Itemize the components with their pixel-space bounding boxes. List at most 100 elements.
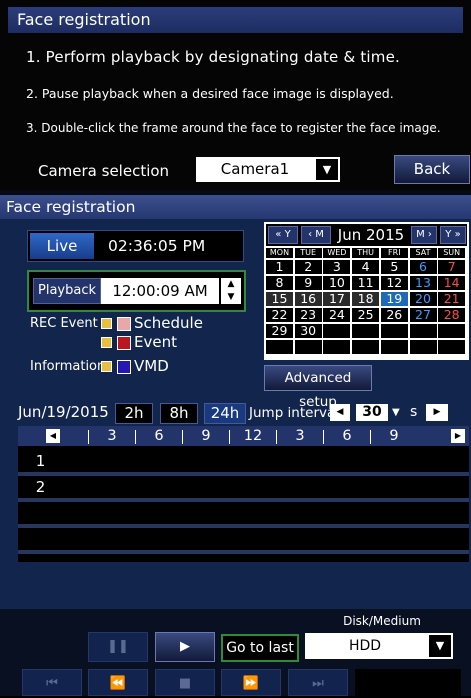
vmd-checkbox[interactable] <box>101 361 112 372</box>
weekday-header: SUN <box>438 248 466 258</box>
calendar-day <box>380 324 408 338</box>
pause-button[interactable]: ❚❚ <box>88 632 148 662</box>
fast-forward-button[interactable]: ⏩ <box>221 669 281 696</box>
instruction-3: 3. Double-click the frame around the fac… <box>26 121 441 135</box>
playback-time-input[interactable]: 12:00:09 AM <box>101 278 219 304</box>
calendar-day[interactable]: 14 <box>438 276 466 290</box>
vmd-swatch <box>117 360 131 374</box>
channel-track[interactable] <box>64 530 469 548</box>
chevron-down-icon[interactable]: ▼ <box>429 635 451 657</box>
channel-row[interactable] <box>18 502 469 524</box>
year-next-button[interactable]: Y » <box>440 226 466 244</box>
top-title: Face registration <box>8 7 463 33</box>
calendar-day[interactable]: 4 <box>352 260 380 274</box>
calendar-day <box>352 324 380 338</box>
live-button[interactable]: Live <box>30 233 94 259</box>
jump-dropdown-icon[interactable]: ▼ <box>392 404 400 421</box>
hour-label: 3 <box>295 428 305 444</box>
calendar-day[interactable]: 20 <box>409 292 437 306</box>
hour-tick <box>182 430 183 444</box>
advanced-setup-button[interactable]: Advanced setup <box>264 365 372 410</box>
calendar-day[interactable]: 7 <box>438 260 466 274</box>
channel-row[interactable]: 1 <box>18 450 469 472</box>
calendar-day[interactable]: 6 <box>409 260 437 274</box>
calendar-day[interactable]: 26 <box>380 308 408 322</box>
hour-tick <box>370 430 371 444</box>
month-next-button[interactable]: M › <box>411 226 437 244</box>
hour-label: 6 <box>154 428 164 444</box>
calendar-day[interactable]: 15 <box>266 292 293 306</box>
go-to-last-button[interactable]: Go to last <box>221 634 299 662</box>
calendar-day[interactable]: 18 <box>352 292 380 306</box>
event-checkbox[interactable] <box>101 337 112 348</box>
calendar-day[interactable]: 5 <box>380 260 408 274</box>
channel-track[interactable] <box>64 504 469 522</box>
range-24h-button[interactable]: 24h <box>204 403 246 424</box>
skip-forward-button[interactable]: ⏭ <box>288 669 348 696</box>
timeline-left-icon[interactable]: ◀ <box>46 429 60 443</box>
spinner-down-icon[interactable]: ▼ <box>221 291 241 304</box>
calendar-day[interactable]: 12 <box>380 276 408 290</box>
jump-interval-value[interactable]: 30 <box>356 404 388 421</box>
calendar-day[interactable]: 23 <box>294 308 322 322</box>
calendar-day[interactable]: 29 <box>266 324 293 338</box>
calendar-day[interactable]: 2 <box>294 260 322 274</box>
calendar-day[interactable]: 9 <box>294 276 322 290</box>
channel-row[interactable]: 2 <box>18 476 469 498</box>
live-time: 02:36:05 PM <box>108 237 206 255</box>
calendar-day[interactable]: 13 <box>409 276 437 290</box>
calendar-day[interactable]: 24 <box>323 308 351 322</box>
schedule-label: Schedule <box>134 314 203 332</box>
hour-tick <box>323 430 324 444</box>
calendar-day[interactable]: 19 <box>380 292 408 306</box>
calendar-day[interactable]: 27 <box>409 308 437 322</box>
calendar-month: Jun 2015 <box>337 226 405 244</box>
calendar-day[interactable]: 30 <box>294 324 322 338</box>
schedule-checkbox[interactable] <box>101 318 112 329</box>
channel-number: 2 <box>35 478 46 496</box>
time-spinner[interactable]: ▲ ▼ <box>221 278 241 304</box>
live-box: Live 02:36:05 PM <box>27 230 244 262</box>
chevron-down-icon[interactable]: ▼ <box>316 159 338 180</box>
stop-button[interactable]: ■ <box>155 669 215 696</box>
calendar-day[interactable]: 10 <box>323 276 351 290</box>
hour-label: 3 <box>107 428 117 444</box>
range-8h-button[interactable]: 8h <box>160 403 198 424</box>
calendar-day[interactable]: 1 <box>266 260 293 274</box>
timeline-right-icon[interactable]: ▶ <box>451 429 465 443</box>
skip-back-button[interactable]: ⏮ <box>22 669 82 696</box>
schedule-swatch <box>117 317 131 331</box>
channel-row[interactable] <box>18 528 469 550</box>
back-button[interactable]: Back <box>394 155 470 184</box>
calendar-day[interactable]: 8 <box>266 276 293 290</box>
channel-number <box>18 528 63 550</box>
calendar-day[interactable]: 17 <box>323 292 351 306</box>
information-label: Information <box>30 359 106 374</box>
calendar-day[interactable]: 21 <box>438 292 466 306</box>
spinner-up-icon[interactable]: ▲ <box>221 278 241 291</box>
calendar-day <box>323 340 351 354</box>
jump-next-icon[interactable]: ▶ <box>426 404 448 421</box>
calendar-day <box>438 324 466 338</box>
event-swatch <box>117 336 131 350</box>
range-2h-button[interactable]: 2h <box>115 403 153 424</box>
weekday-header: FRI <box>380 248 408 258</box>
camera-select[interactable]: Camera1 ▼ <box>196 157 340 182</box>
calendar-day[interactable]: 22 <box>266 308 293 322</box>
calendar-day[interactable]: 28 <box>438 308 466 322</box>
rewind-button[interactable]: ⏪ <box>88 669 148 696</box>
disk-select[interactable]: HDD ▼ <box>305 633 453 659</box>
channel-track[interactable] <box>64 478 469 496</box>
face-registration-window: Face registration 1. Perform playback by… <box>0 0 471 696</box>
timeline-date: Jun/19/2015 <box>18 403 109 421</box>
month-prev-button[interactable]: ‹ M <box>301 226 331 244</box>
calendar-day <box>380 340 408 354</box>
calendar-day[interactable]: 3 <box>323 260 351 274</box>
calendar-day[interactable]: 25 <box>352 308 380 322</box>
channel-track[interactable] <box>64 452 469 470</box>
year-prev-button[interactable]: « Y <box>268 226 298 244</box>
jump-prev-icon[interactable]: ◀ <box>330 404 350 421</box>
calendar-day[interactable]: 11 <box>352 276 380 290</box>
calendar-day[interactable]: 16 <box>294 292 322 306</box>
play-button[interactable]: ▶ <box>155 632 215 662</box>
